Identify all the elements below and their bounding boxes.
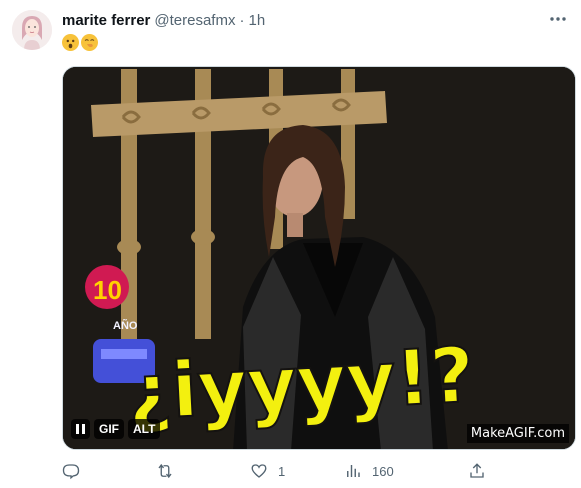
badge-10: 10 <box>93 275 122 305</box>
heart-icon <box>251 464 267 478</box>
pause-icon <box>76 424 85 434</box>
hand-over-mouth-icon <box>81 34 98 51</box>
alt-text-button[interactable]: ALT <box>128 419 161 439</box>
author-handle[interactable]: @teresafmx <box>154 12 235 29</box>
author-name[interactable]: marite ferrer <box>62 12 150 29</box>
views-button[interactable]: 160 <box>344 462 394 480</box>
more-options-icon[interactable] <box>547 10 569 28</box>
retweet-button[interactable] <box>156 462 184 480</box>
view-count: 160 <box>372 463 394 479</box>
badge-anos: AÑO <box>113 319 138 332</box>
astonished-face-icon <box>62 34 79 51</box>
watermark: MakeAGIF.com <box>466 424 569 443</box>
like-button[interactable]: 1 <box>250 462 285 480</box>
tweet-header: marite ferrer @teresafmx · 1h <box>62 12 265 29</box>
avatar[interactable] <box>12 10 52 50</box>
tweet-actions: 1 160 <box>62 462 492 484</box>
gif-frame: 10 AÑO ¿iyyyy!? <box>63 67 575 449</box>
tweet-text <box>62 34 98 51</box>
share-button[interactable] <box>468 462 486 480</box>
separator-dot: · <box>239 12 245 29</box>
pause-button[interactable] <box>71 419 90 439</box>
media-controls: GIF ALT <box>71 419 161 439</box>
retweet-icon <box>158 463 172 479</box>
like-count: 1 <box>278 463 286 479</box>
gif-caption-text: ¿iyyyy!? <box>125 330 476 437</box>
gif-badge: GIF <box>94 419 124 439</box>
analytics-icon <box>347 465 360 477</box>
share-icon <box>470 463 484 478</box>
tweet-card[interactable]: marite ferrer @teresafmx · 1h 10 AÑO ¿iy… <box>0 0 581 488</box>
reply-icon <box>62 464 80 480</box>
timestamp[interactable]: 1h <box>248 12 265 29</box>
gif-media[interactable]: 10 AÑO ¿iyyyy!? GIF ALT MakeAGIF.com <box>62 66 576 450</box>
reply-button[interactable] <box>62 462 90 480</box>
